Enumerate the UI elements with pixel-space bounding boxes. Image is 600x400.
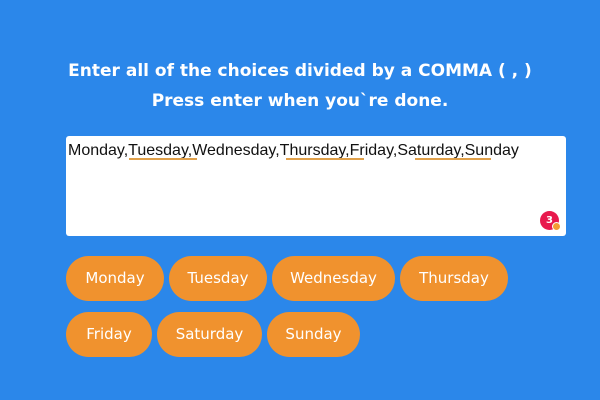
choice-chip-sunday[interactable]: Sunday [267, 312, 360, 357]
spelling-underline-tuesday [129, 158, 197, 160]
choice-chip-label: Wednesday [290, 269, 377, 287]
choice-chip-label: Tuesday [187, 269, 249, 287]
spelling-underline-thursday [286, 158, 364, 160]
choice-chip-label: Sunday [285, 325, 342, 343]
choice-chip-tuesday[interactable]: Tuesday [169, 256, 267, 301]
choice-chip-label: Saturday [175, 325, 244, 343]
instruction-line-1: Enter all of the choices divided by a CO… [68, 61, 532, 81]
choice-chip-monday[interactable]: Monday [66, 256, 164, 301]
choice-chip-wednesday[interactable]: Wednesday [272, 256, 395, 301]
choice-chip-friday[interactable]: Friday [66, 312, 152, 357]
choices-textarea[interactable]: Monday,Tuesday,Wednesday,Thursday,Friday… [66, 136, 566, 236]
instructions: Enter all of the choices divided by a CO… [0, 56, 600, 116]
choice-chip-label: Monday [85, 269, 145, 287]
spelling-underline-saturday [415, 158, 491, 160]
choice-chip-label: Friday [86, 325, 132, 343]
grammar-checker-badge[interactable]: 3 [540, 211, 561, 231]
choice-entry-screen: Enter all of the choices divided by a CO… [0, 0, 600, 400]
choice-chip-label: Thursday [419, 269, 489, 287]
choice-chip-thursday[interactable]: Thursday [400, 256, 508, 301]
grammar-checker-status-dot [552, 222, 561, 231]
choice-chip-saturday[interactable]: Saturday [157, 312, 262, 357]
instruction-line-2: Press enter when you`re done. [151, 91, 449, 111]
